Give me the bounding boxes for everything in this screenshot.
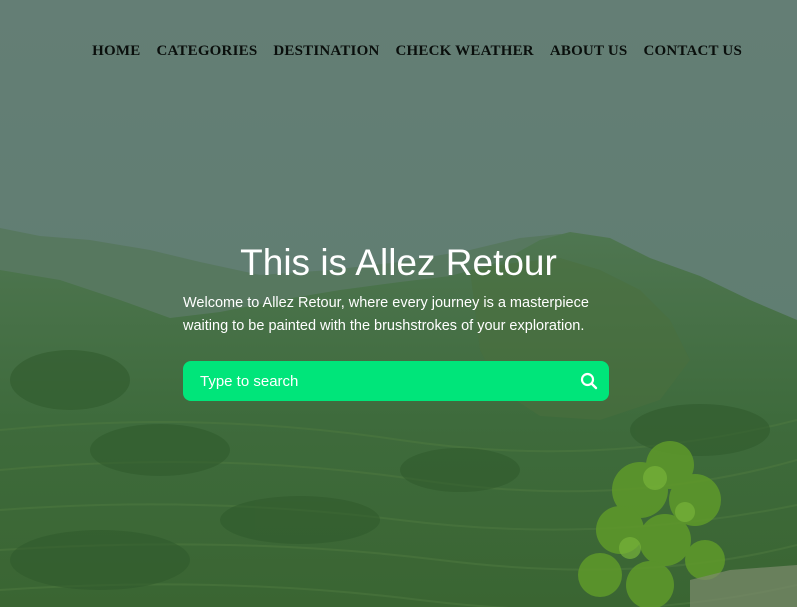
search-input[interactable] (183, 361, 580, 401)
nav-contact-us[interactable]: CONTACT US (643, 41, 742, 62)
hero-background: HOME CATEGORIES DESTINATION CHECK WEATHE… (0, 0, 797, 607)
nav-home[interactable]: HOME (92, 41, 140, 62)
hero-subtitle: Welcome to Allez Retour, where every jou… (183, 295, 589, 334)
nav-destination[interactable]: DESTINATION (273, 41, 379, 62)
search-bar (183, 361, 609, 401)
nav-about-us[interactable]: ABOUT US (550, 41, 628, 62)
main-nav: HOME CATEGORIES DESTINATION CHECK WEATHE… (76, 41, 742, 62)
search-icon[interactable] (579, 371, 599, 391)
nav-categories[interactable]: CATEGORIES (156, 41, 257, 62)
nav-check-weather[interactable]: CHECK WEATHER (396, 41, 534, 62)
hero-title: This is Allez Retour (240, 242, 557, 283)
